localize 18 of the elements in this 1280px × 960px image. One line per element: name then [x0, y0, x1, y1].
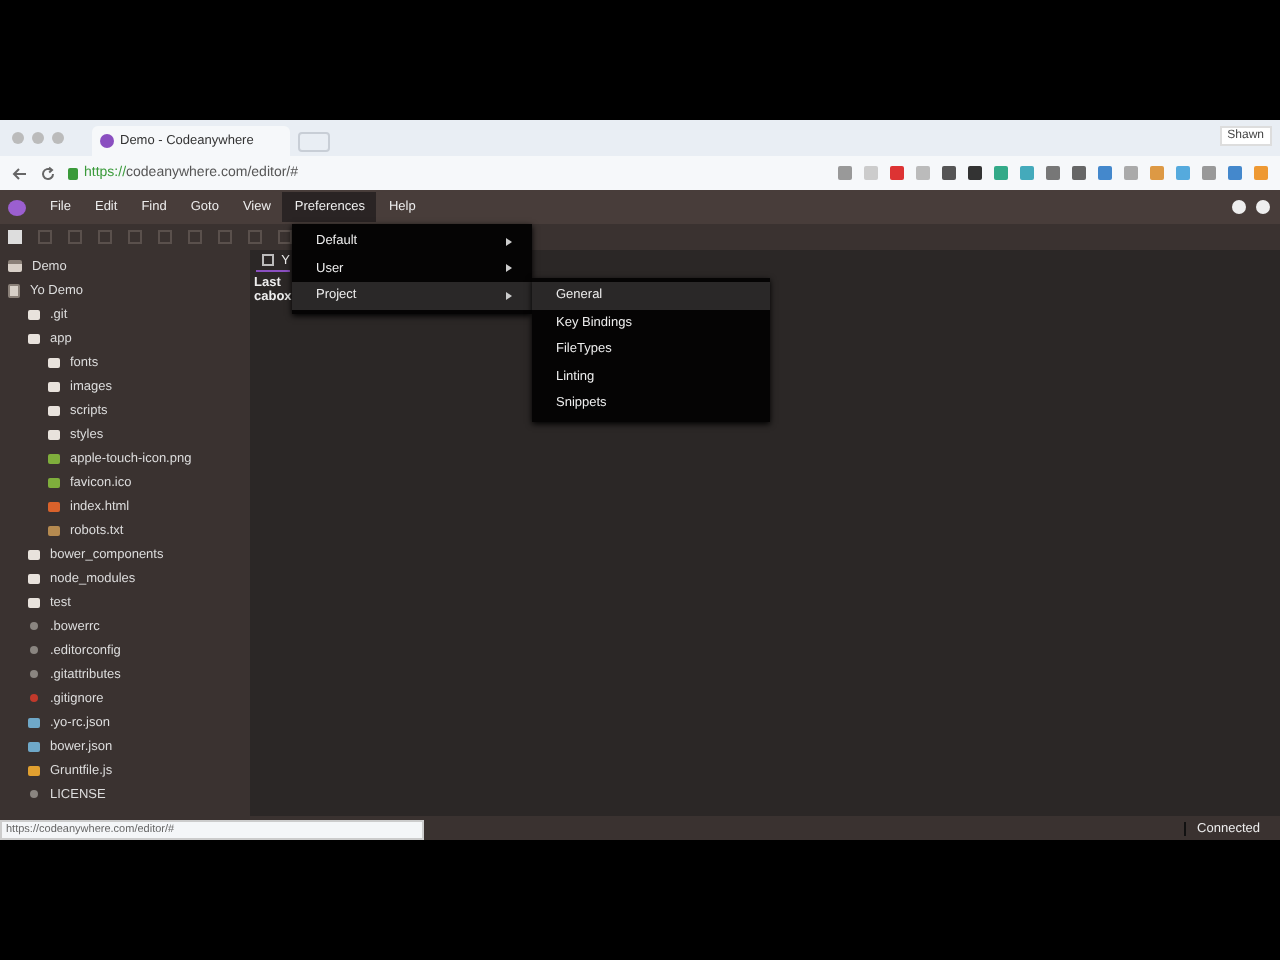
toolbar-icon[interactable] — [218, 230, 232, 244]
reload-icon[interactable] — [40, 165, 56, 181]
logo-icon[interactable] — [8, 199, 26, 215]
user-icon[interactable] — [1256, 200, 1270, 214]
new-tab-button[interactable] — [298, 132, 330, 152]
logo-icon — [100, 134, 114, 148]
file-icon — [262, 254, 274, 266]
toolbar-icon[interactable] — [248, 230, 262, 244]
toolbar-icon[interactable] — [158, 230, 172, 244]
toolbar-icon[interactable] — [188, 230, 202, 244]
toolbar-icon[interactable] — [68, 230, 82, 244]
toolbar-icon[interactable] — [38, 230, 52, 244]
toolbar-icon[interactable] — [128, 230, 142, 244]
notification-icon[interactable] — [1232, 200, 1246, 214]
back-icon[interactable] — [12, 165, 28, 181]
toolbar-icon[interactable] — [98, 230, 112, 244]
new-file-icon[interactable] — [8, 230, 22, 244]
lock-icon — [68, 167, 78, 179]
